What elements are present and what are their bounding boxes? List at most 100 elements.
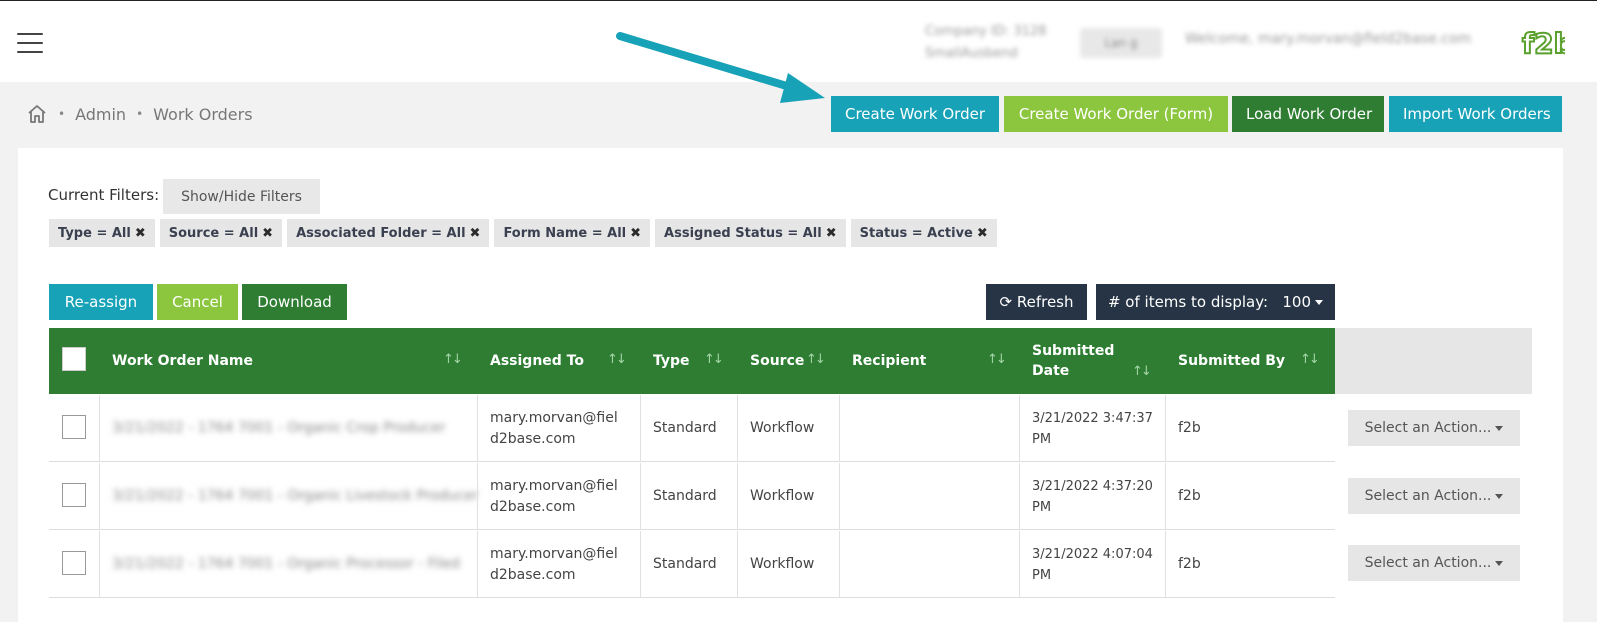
sort-icon[interactable]: ↑↓	[987, 352, 1007, 367]
col-submitted-by[interactable]: Submitted By	[1178, 328, 1285, 394]
submitted-by: f2b	[1178, 488, 1201, 504]
breadcrumb-admin[interactable]: Admin	[75, 105, 126, 124]
filter-chip-source[interactable]: Source = All ✖	[159, 219, 283, 247]
table-row[interactable]: 3/21/2022 - 1764 7001 - Organic Crop Pro…	[49, 395, 1335, 462]
source: Workflow	[750, 420, 815, 436]
date-line: 3/21/2022 4:07:04	[1032, 546, 1153, 562]
sort-icon[interactable]: ↑↓	[443, 352, 463, 367]
chip-label: Associated Folder = All	[296, 225, 466, 241]
chip-label: Source = All	[168, 225, 259, 241]
filter-chip-status[interactable]: Status = Active ✖	[850, 219, 997, 247]
col-recipient[interactable]: Recipient	[852, 328, 926, 394]
chip-label: Form Name = All	[503, 225, 627, 241]
hamburger-menu-icon[interactable]	[17, 33, 43, 53]
work-order-name[interactable]: 3/21/2022 - 1764 7001 - Organic Processo…	[112, 531, 460, 598]
col-type[interactable]: Type	[653, 328, 690, 394]
remove-filter-icon[interactable]: ✖	[135, 226, 146, 241]
cell-divider	[737, 463, 738, 530]
remove-filter-icon[interactable]: ✖	[262, 226, 273, 241]
company-info: Company ID: 3128 SmallAusbend	[925, 21, 1046, 65]
cell-divider	[1165, 395, 1166, 462]
create-work-order-button[interactable]: Create Work Order	[831, 96, 999, 132]
cell-divider	[99, 395, 100, 462]
cell-divider	[737, 531, 738, 598]
col-label: Work Order Name	[112, 353, 253, 369]
table-row[interactable]: 3/21/2022 - 1764 7001 - Organic Livestoc…	[49, 463, 1335, 530]
remove-filter-icon[interactable]: ✖	[630, 226, 641, 241]
filter-chip-form-name[interactable]: Form Name = All ✖	[494, 219, 651, 247]
sort-icon[interactable]: ↑↓	[704, 352, 724, 367]
import-work-orders-button[interactable]: Import Work Orders	[1389, 96, 1562, 132]
sort-icon[interactable]: ↑↓	[1300, 352, 1320, 367]
top-bar: Company ID: 3128 SmallAusbend Lan g Welc…	[0, 0, 1597, 82]
refresh-icon: ⟳	[999, 293, 1013, 311]
date-line: PM	[1032, 567, 1052, 583]
work-order-name[interactable]: 3/21/2022 - 1764 7001 - Organic Livestoc…	[112, 463, 479, 530]
cell-divider	[839, 395, 840, 462]
select-all-checkbox[interactable]	[62, 347, 86, 371]
row-checkbox[interactable]	[62, 483, 86, 507]
chevron-down-icon	[1495, 560, 1504, 566]
cell-divider	[477, 463, 478, 530]
row-action-dropdown[interactable]: Select an Action...	[1348, 410, 1520, 446]
col-label: Source	[750, 353, 805, 369]
col-assigned-to[interactable]: Assigned To	[490, 328, 584, 394]
show-hide-filters-button[interactable]: Show/Hide Filters	[163, 179, 320, 214]
submitted-date: 3/21/2022 4:37:20 PM	[1032, 463, 1153, 530]
date-line: 3/21/2022 4:37:20	[1032, 478, 1153, 494]
filter-chip-associated-folder[interactable]: Associated Folder = All ✖	[287, 219, 490, 247]
row-action-dropdown[interactable]: Select an Action...	[1348, 545, 1520, 581]
company-id: Company ID: 3128	[925, 24, 1047, 39]
language-dropdown[interactable]: Lan g	[1080, 28, 1162, 58]
remove-filter-icon[interactable]: ✖	[977, 226, 988, 241]
sort-icon[interactable]: ↑↓	[1132, 364, 1152, 379]
date-line: 3/21/2022 3:47:37	[1032, 410, 1153, 426]
row-action-dropdown[interactable]: Select an Action...	[1348, 478, 1520, 514]
col-label: Type	[653, 353, 690, 369]
col-work-order-name[interactable]: Work Order Name	[112, 328, 253, 394]
col-source[interactable]: Source	[750, 328, 804, 394]
cell-divider	[640, 463, 641, 530]
f2b-logo-icon: f2b	[1521, 26, 1565, 61]
chip-label: Status = Active	[859, 225, 973, 241]
items-label: # of items to display:	[1107, 293, 1269, 311]
home-icon[interactable]	[26, 103, 48, 125]
source: Workflow	[750, 556, 815, 572]
items-to-display-dropdown[interactable]: # of items to display: 100	[1096, 284, 1335, 320]
row-checkbox[interactable]	[62, 551, 86, 575]
breadcrumb: • Admin • Work Orders	[26, 100, 253, 128]
cell-divider	[640, 531, 641, 598]
create-work-order-form-button[interactable]: Create Work Order (Form)	[1004, 96, 1228, 132]
filter-chip-type[interactable]: Type = All ✖	[49, 219, 155, 247]
chip-label: Assigned Status = All	[664, 225, 822, 241]
work-order-name[interactable]: 3/21/2022 - 1764 7001 - Organic Crop Pro…	[112, 395, 445, 462]
breadcrumb-separator: •	[136, 107, 144, 121]
assigned-to-line: mary.morvan@fiel	[490, 477, 618, 494]
cell-divider	[99, 531, 100, 598]
assigned-to-line: mary.morvan@fiel	[490, 409, 618, 426]
row-checkbox[interactable]	[62, 415, 86, 439]
reassign-button[interactable]: Re-assign	[49, 284, 153, 320]
col-label: Recipient	[852, 353, 927, 369]
assigned-to: mary.morvan@fiel d2base.com	[490, 463, 618, 530]
remove-filter-icon[interactable]: ✖	[470, 226, 481, 241]
cell-divider	[640, 395, 641, 462]
cell-divider	[839, 463, 840, 530]
filter-chip-assigned-status[interactable]: Assigned Status = All ✖	[655, 219, 846, 247]
cell-divider	[477, 531, 478, 598]
load-work-order-button[interactable]: Load Work Order	[1232, 96, 1384, 132]
sort-icon[interactable]: ↑↓	[607, 352, 627, 367]
breadcrumb-separator: •	[58, 107, 66, 121]
cell-divider	[1165, 531, 1166, 598]
table-row[interactable]: 3/21/2022 - 1764 7001 - Organic Processo…	[49, 531, 1335, 598]
chevron-down-icon	[1495, 425, 1504, 431]
cell-divider	[1019, 531, 1020, 598]
refresh-button[interactable]: ⟳ Refresh	[986, 284, 1087, 320]
col-submitted-date[interactable]: Submitted Date	[1032, 328, 1114, 394]
cancel-button[interactable]: Cancel	[157, 284, 238, 320]
sort-icon[interactable]: ↑↓	[806, 352, 826, 367]
col-label: Submitted By	[1178, 353, 1286, 369]
remove-filter-icon[interactable]: ✖	[826, 226, 837, 241]
cell-divider	[737, 395, 738, 462]
download-button[interactable]: Download	[242, 284, 347, 320]
